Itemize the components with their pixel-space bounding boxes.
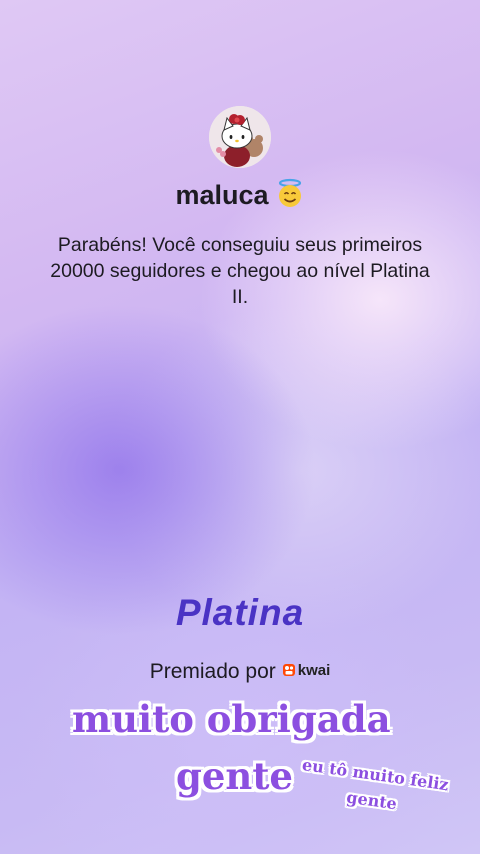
kwai-logo: kwai: [282, 661, 331, 679]
profile-avatar[interactable]: [209, 106, 271, 168]
congratulations-message: Parabéns! Você conseguiu seus primeiros …: [50, 234, 430, 308]
kwai-brand-text: kwai: [297, 661, 331, 679]
awarded-by-row: Premiado por kwai: [0, 660, 480, 684]
username: maluca: [175, 180, 269, 210]
hello-kitty-avatar-image: [209, 106, 271, 168]
username-row: maluca: [0, 178, 480, 211]
sticker-text-line-1: muito obrigada: [72, 697, 391, 741]
sticker-text-line-2: gente: [176, 754, 293, 798]
awarded-by-label: Premiado por: [149, 660, 276, 683]
sticker-small-text: eu tô muito feliz gente: [297, 752, 450, 824]
kwai-logo-icon: [282, 664, 295, 676]
smiling-face-with-halo-icon: [278, 178, 301, 207]
level-title: Platina: [175, 592, 305, 633]
